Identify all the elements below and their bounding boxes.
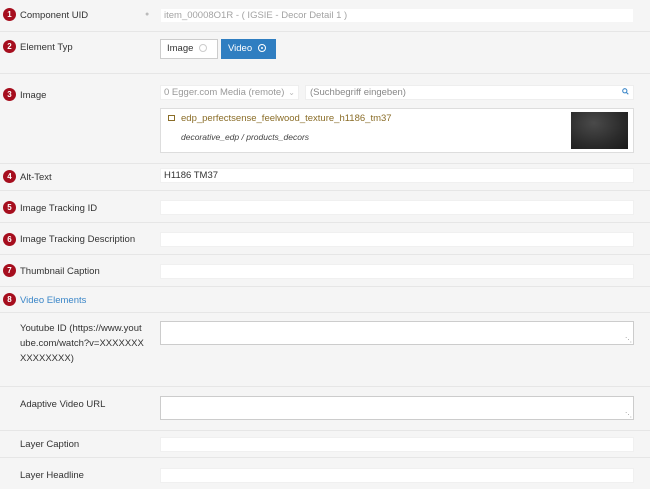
thumbnail-caption-input[interactable] <box>160 264 634 279</box>
file-icon <box>168 115 175 121</box>
row-alt-text: 4 Alt-Text H1186 TM37 <box>0 163 650 191</box>
youtube-id-label: Youtube ID (https://www.youtube.com/watc… <box>20 323 144 364</box>
step-badge-8: 8 <box>3 293 16 306</box>
step-badge-3: 3 <box>3 88 16 101</box>
media-search-input[interactable]: (Suchbegriff eingeben) <box>305 85 634 100</box>
row-tracking-description: 6 Image Tracking Description <box>0 222 650 255</box>
tracking-id-input[interactable] <box>160 200 634 215</box>
alt-text-input[interactable]: H1186 TM37 <box>160 168 634 183</box>
media-search-placeholder: (Suchbegriff eingeben) <box>310 87 406 98</box>
tracking-description-label: Image Tracking Description <box>20 234 136 245</box>
youtube-id-textarea[interactable]: ⋱ <box>160 321 634 345</box>
tracking-id-label: Image Tracking ID <box>20 203 98 214</box>
media-source-value: 0 Egger.com Media (remote) <box>164 87 285 98</box>
image-type-label: Image <box>167 43 194 54</box>
chevron-down-icon: ⌄ <box>288 88 295 97</box>
resize-handle-icon[interactable]: ⋱ <box>625 336 632 344</box>
asset-path: decorative_edp / products_decors <box>181 132 310 142</box>
radio-unchecked-icon <box>199 44 208 53</box>
step-badge-4: 4 <box>3 170 16 183</box>
step-badge-7: 7 <box>3 264 16 277</box>
step-badge-5: 5 <box>3 201 16 214</box>
layer-caption-label: Layer Caption <box>20 439 80 450</box>
video-elements-link[interactable]: Video Elements <box>20 295 86 306</box>
row-element-type: 2 Element Typ <box>0 31 650 74</box>
radio-checked-icon <box>258 44 267 53</box>
component-uid-label: Component UID <box>20 10 89 21</box>
video-type-label: Video <box>228 43 253 54</box>
component-uid-field: item_00008O1R - ( IGSIE - Decor Detail 1… <box>160 8 634 23</box>
media-source-select[interactable]: 0 Egger.com Media (remote) ⌄ <box>160 85 299 100</box>
thumbnail-caption-label: Thumbnail Caption <box>20 266 100 277</box>
row-layer-headline: Layer Headline <box>0 457 650 489</box>
alt-text-label: Alt-Text <box>20 172 52 183</box>
step-badge-1: 1 <box>3 8 16 21</box>
layer-headline-input[interactable] <box>160 468 634 483</box>
video-type-button[interactable]: Video <box>221 39 276 59</box>
adaptive-video-textarea[interactable]: ⋱ <box>160 396 634 420</box>
element-type-label: Element Typ <box>20 42 73 53</box>
image-type-button[interactable]: Image <box>160 39 218 59</box>
row-video-elements: 8 Video Elements <box>0 286 650 313</box>
lock-icon: ● <box>145 11 150 18</box>
adaptive-video-label: Adaptive Video URL <box>20 399 106 410</box>
row-layer-caption: Layer Caption <box>0 430 650 458</box>
step-badge-6: 6 <box>3 233 16 246</box>
step-badge-2: 2 <box>3 40 16 53</box>
search-icon[interactable] <box>622 86 629 99</box>
asset-thumbnail <box>571 112 628 149</box>
tracking-description-input[interactable] <box>160 232 634 247</box>
image-label: Image <box>20 90 47 101</box>
layer-caption-input[interactable] <box>160 437 634 452</box>
asset-name[interactable]: edp_perfectsense_feelwood_texture_h1186_… <box>181 113 392 124</box>
selected-asset[interactable]: edp_perfectsense_feelwood_texture_h1186_… <box>160 108 634 153</box>
resize-handle-icon[interactable]: ⋱ <box>625 411 632 419</box>
row-tracking-id: 5 Image Tracking ID <box>0 190 650 223</box>
row-component-uid: 1 Component UID ● item_00008O1R - ( IGSI… <box>0 0 650 32</box>
row-thumbnail-caption: 7 Thumbnail Caption <box>0 254 650 287</box>
layer-headline-label: Layer Headline <box>20 470 84 481</box>
